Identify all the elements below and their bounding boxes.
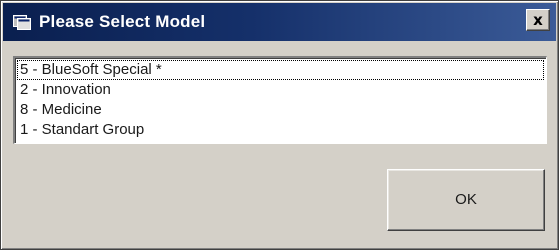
- list-item-label: 2 - Innovation: [20, 81, 111, 98]
- app-window-icon: [13, 15, 31, 30]
- close-icon: x: [533, 11, 543, 29]
- list-item-label: 1 - Standart Group: [20, 121, 145, 138]
- list-item[interactable]: 5 - BlueSoft Special *: [17, 60, 544, 80]
- list-item[interactable]: 8 - Medicine: [17, 100, 544, 120]
- ok-button-label: OK: [455, 191, 477, 208]
- list-item[interactable]: 2 - Innovation: [17, 80, 544, 100]
- title-bar[interactable]: Please Select Model x: [3, 3, 556, 41]
- list-item[interactable]: 1 - Standart Group: [17, 120, 544, 140]
- model-listbox[interactable]: 5 - BlueSoft Special * 2 - Innovation 8 …: [13, 56, 547, 144]
- ok-button[interactable]: OK: [387, 169, 545, 231]
- close-button[interactable]: x: [526, 9, 550, 31]
- list-item-label: 5 - BlueSoft Special *: [20, 61, 162, 78]
- window-title: Please Select Model: [39, 12, 206, 31]
- list-item-label: 8 - Medicine: [20, 101, 102, 118]
- select-model-dialog: Please Select Model x 5 - BlueSoft Speci…: [0, 0, 559, 250]
